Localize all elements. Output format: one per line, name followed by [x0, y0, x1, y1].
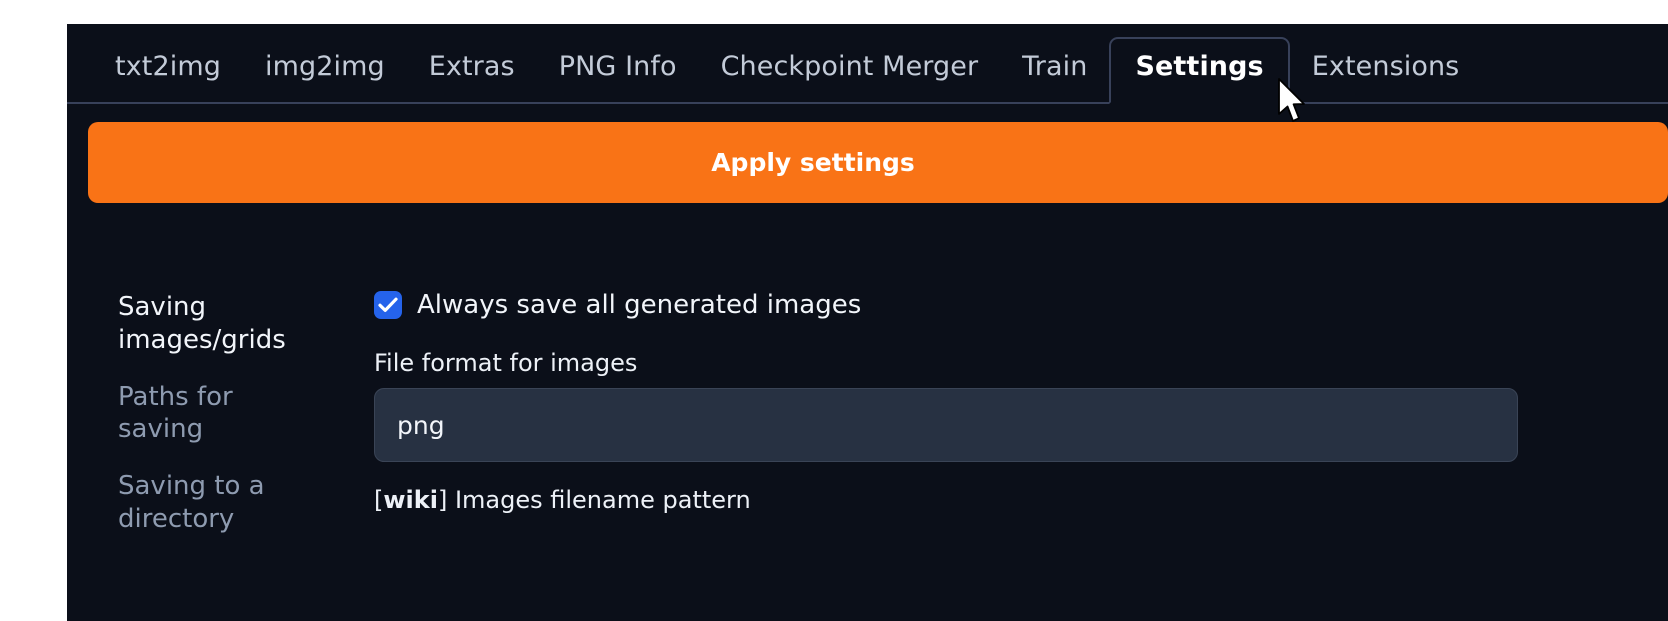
tab-png-info[interactable]: PNG Info [537, 53, 699, 102]
always-save-label[interactable]: Always save all generated images [417, 292, 861, 318]
tab-txt2img[interactable]: txt2img [93, 53, 243, 102]
nav-item-saving-images-grids[interactable]: Saving images/grids [118, 291, 318, 357]
nav-item-paths-for-saving[interactable]: Paths for saving [118, 381, 318, 447]
filename-pattern-prefix: [ [374, 486, 384, 514]
screenshot-canvas: txt2img img2img Extras PNG Info Checkpoi… [0, 0, 1668, 621]
settings-section-nav: Saving images/grids Paths for saving Sav… [67, 291, 323, 560]
file-format-label: File format for images [374, 349, 638, 377]
filename-pattern-label: [wiki] Images filename pattern [374, 488, 1668, 512]
apply-settings-container: Apply settings [67, 104, 1668, 203]
settings-body: Saving images/grids Paths for saving Sav… [67, 203, 1668, 560]
filename-pattern-suffix: ] Images filename pattern [437, 486, 751, 514]
main-tab-bar: txt2img img2img Extras PNG Info Checkpoi… [67, 24, 1668, 104]
always-save-checkbox[interactable] [374, 291, 402, 319]
file-format-input[interactable] [374, 388, 1518, 462]
tab-extras[interactable]: Extras [407, 53, 537, 102]
webui-app: txt2img img2img Extras PNG Info Checkpoi… [67, 24, 1668, 621]
tab-img2img[interactable]: img2img [243, 53, 407, 102]
tab-train[interactable]: Train [1000, 53, 1109, 102]
wiki-link[interactable]: wiki [383, 486, 438, 514]
tab-settings[interactable]: Settings [1109, 37, 1290, 104]
always-save-row: Always save all generated images [374, 291, 1668, 319]
tab-checkpoint-merger[interactable]: Checkpoint Merger [699, 53, 1001, 102]
apply-settings-button[interactable]: Apply settings [88, 122, 1668, 203]
nav-item-saving-to-a-directory[interactable]: Saving to a directory [118, 470, 318, 536]
check-icon [378, 297, 398, 312]
tab-extensions[interactable]: Extensions [1290, 53, 1482, 102]
settings-fields-column: Always save all generated images File fo… [323, 291, 1668, 560]
